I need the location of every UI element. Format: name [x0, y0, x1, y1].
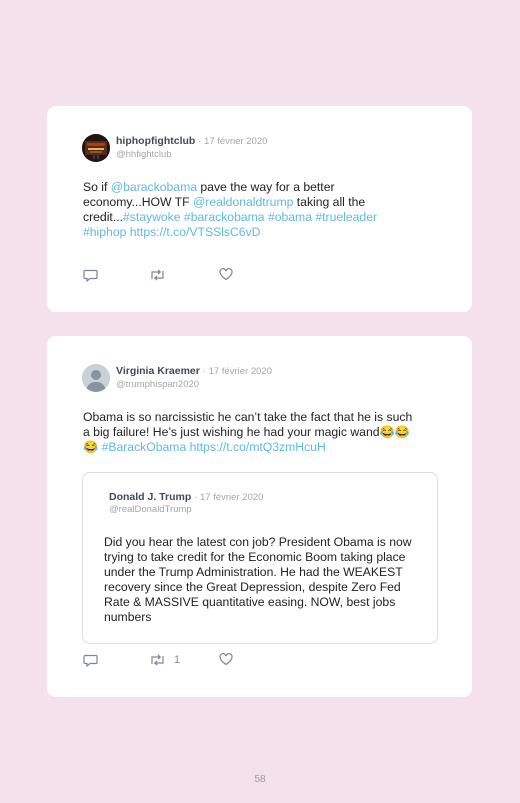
reply-button[interactable] — [83, 268, 98, 282]
like-icon — [219, 653, 233, 666]
tweet-link[interactable]: #BarackObama https://t.co/mtQ3zmHcuH — [102, 440, 326, 454]
page-number: 58 — [254, 774, 266, 785]
reply-icon — [83, 269, 98, 282]
tweet-text: So if @barackobama pave the way for a be… — [83, 180, 413, 240]
tweet-actions: 1 — [83, 653, 383, 669]
tweet-date[interactable]: · 17 février 2020 — [203, 366, 272, 377]
retweet-icon — [151, 654, 164, 666]
avatar[interactable] — [82, 134, 110, 162]
author-line: Virginia Kraemer · 17 février 2020 — [116, 365, 272, 377]
author-handle[interactable]: @trumphispan2020 — [116, 379, 199, 390]
tweet-date[interactable]: · 17 février 2020 — [198, 136, 267, 147]
tweet-link[interactable]: #staywoke #barackobama #obama #trueleade… — [83, 210, 377, 239]
quoted-tweet-date[interactable]: · 17 février 2020 — [194, 492, 263, 503]
quoted-tweet-text: Did you hear the latest con job? Preside… — [104, 535, 412, 624]
tweet-card: Virginia Kraemer · 17 février 2020 @trum… — [47, 336, 472, 697]
tweet-link[interactable]: @realdonaldtrump — [193, 195, 293, 209]
retweet-button[interactable] — [149, 268, 174, 282]
tweet-text-segment: So if — [83, 180, 111, 194]
default-avatar-icon — [82, 364, 110, 392]
tweet-link[interactable]: @barackobama — [111, 180, 197, 194]
retweet-button[interactable]: 1 — [149, 653, 180, 667]
tweet-actions — [83, 268, 383, 284]
quoted-author-line: Donald J. Trump · 17 février 2020 — [109, 491, 263, 503]
tweet-card: hiphopfightclub · 17 février 2020 @hhfig… — [47, 106, 472, 312]
author-line: hiphopfightclub · 17 février 2020 — [116, 135, 267, 147]
avatar[interactable] — [82, 364, 110, 392]
avatar-image — [82, 134, 110, 162]
retweet-count: 1 — [174, 654, 181, 666]
quoted-tweet[interactable]: Donald J. Trump · 17 février 2020 @realD… — [82, 472, 438, 644]
author-name[interactable]: Virginia Kraemer — [116, 365, 200, 377]
author-handle[interactable]: @hhfightclub — [116, 149, 172, 160]
tweet-text: Obama is so narcissistic he can’t take t… — [83, 410, 413, 455]
like-icon — [219, 268, 233, 281]
reply-icon — [83, 654, 98, 667]
reply-button[interactable] — [83, 653, 98, 667]
quoted-author-name[interactable]: Donald J. Trump — [109, 491, 191, 503]
retweet-icon — [151, 269, 164, 281]
author-name[interactable]: hiphopfightclub — [116, 135, 195, 147]
like-button[interactable] — [219, 653, 233, 666]
quoted-author-handle[interactable]: @realDonaldTrump — [109, 504, 192, 515]
like-button[interactable] — [219, 268, 233, 281]
